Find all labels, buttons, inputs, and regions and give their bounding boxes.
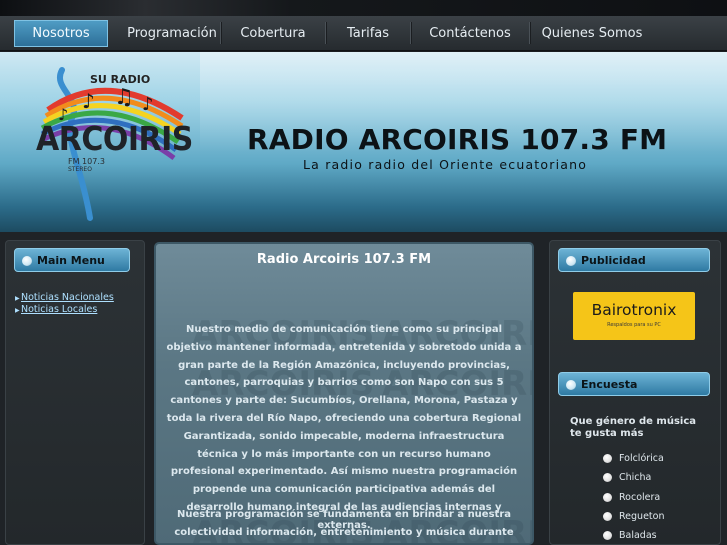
left-sidebar bbox=[5, 240, 145, 545]
poll-option-label: Folclórica bbox=[619, 452, 664, 464]
poll-option: Baladas bbox=[603, 529, 657, 541]
nav-programacion[interactable]: Programación bbox=[124, 20, 220, 47]
menu-link-noticias-locales[interactable]: Noticias Locales bbox=[21, 304, 97, 315]
site-subtitle: La radio radio del Oriente ecuatoriano bbox=[303, 157, 588, 172]
ad-name: Bairotronix bbox=[591, 301, 677, 319]
nav-tarifas[interactable]: Tarifas bbox=[326, 20, 410, 47]
nav-contactenos[interactable]: Contáctenos bbox=[411, 20, 529, 47]
poll-option-label: Regueton bbox=[619, 510, 665, 522]
site-header: ♪ ♫ ♪ ♪ SU RADIO ARCOIRIS FM 107.3 STERE… bbox=[0, 52, 727, 232]
nav-cobertura[interactable]: Cobertura bbox=[221, 20, 325, 47]
poll-option: Regueton bbox=[603, 510, 664, 522]
nav-nosotros[interactable]: Nosotros bbox=[14, 19, 108, 47]
logo-name: ARCOIRIS bbox=[36, 120, 193, 159]
arrow-icon: ▶ bbox=[15, 307, 20, 314]
poll-question: Que género de música te gusta más bbox=[570, 416, 697, 439]
bullet-icon bbox=[566, 256, 576, 266]
ad-module-header: Publicidad bbox=[558, 248, 710, 272]
article-title: Radio Arcoiris 107.3 FM bbox=[256, 252, 432, 267]
nav-label: Programación bbox=[127, 25, 217, 41]
nav-label: Cobertura bbox=[240, 25, 306, 41]
top-strip bbox=[0, 0, 727, 16]
module-title: Publicidad bbox=[581, 253, 646, 267]
bullet-icon bbox=[22, 256, 32, 266]
nav-quienes-somos[interactable]: Quienes Somos bbox=[530, 20, 654, 47]
poll-option-label: Baladas bbox=[619, 529, 657, 541]
main-nav: Nosotros Programación Cobertura Tarifas … bbox=[0, 16, 727, 51]
logo-tagline: SU RADIO bbox=[90, 73, 151, 86]
site-logo[interactable]: ♪ ♫ ♪ ♪ SU RADIO ARCOIRIS FM 107.3 STERE… bbox=[22, 58, 193, 223]
nav-label: Nosotros bbox=[32, 25, 90, 41]
bullet-icon bbox=[566, 380, 576, 390]
poll-module-header: Encuesta bbox=[558, 372, 710, 396]
site-title: RADIO ARCOIRIS 107.3 FM bbox=[247, 123, 668, 156]
menu-link-noticias-nacionales[interactable]: Noticias Nacionales bbox=[21, 292, 114, 303]
radio-button[interactable] bbox=[603, 530, 612, 540]
svg-text:♫: ♫ bbox=[114, 85, 134, 110]
module-title: Main Menu bbox=[37, 253, 105, 267]
svg-text:♪: ♪ bbox=[142, 94, 154, 115]
radio-button[interactable] bbox=[603, 472, 612, 482]
poll-option-label: Chicha bbox=[619, 471, 652, 483]
poll-option: Rocolera bbox=[603, 491, 660, 503]
nav-label: Tarifas bbox=[346, 25, 390, 41]
poll-option: Chicha bbox=[603, 471, 651, 483]
main-menu-header: Main Menu bbox=[14, 248, 130, 272]
logo-stereo: STEREO bbox=[68, 166, 92, 173]
poll-option: Folclórica bbox=[603, 452, 664, 464]
radio-button[interactable] bbox=[603, 492, 612, 502]
poll-option-label: Rocolera bbox=[619, 491, 661, 503]
main-article: ARCOIRIS ARCOIRIS ARCOIRIS ARCOIRIS ARCO… bbox=[154, 242, 534, 545]
ad-tagline: Respaldos para su PC bbox=[607, 322, 661, 328]
nav-label: Contáctenos bbox=[429, 25, 511, 41]
module-title: Encuesta bbox=[581, 377, 638, 391]
ad-banner-bairotronix[interactable]: Bairotronix Respaldos para su PC bbox=[573, 292, 695, 340]
radio-button[interactable] bbox=[603, 511, 612, 521]
article-paragraph: Nuestra programación se fundamenta en br… bbox=[174, 509, 514, 538]
article-paragraph: Nuestro medio de comunicación tiene como… bbox=[166, 324, 522, 531]
svg-text:♪: ♪ bbox=[82, 89, 95, 113]
arrow-icon: ▶ bbox=[15, 295, 20, 302]
logo-frequency: FM 107.3 bbox=[68, 157, 105, 166]
radio-button[interactable] bbox=[603, 453, 612, 463]
nav-label: Quienes Somos bbox=[541, 25, 643, 41]
